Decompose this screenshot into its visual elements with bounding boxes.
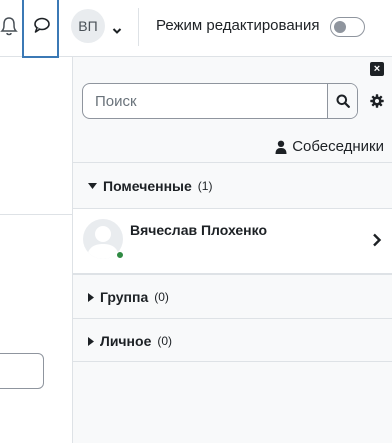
- search-box: [82, 83, 358, 119]
- section-private-count: (0): [157, 334, 173, 348]
- user-icon: [275, 140, 287, 154]
- section-group-count: (0): [154, 290, 169, 304]
- search-button[interactable]: [327, 84, 357, 118]
- section-starred-header[interactable]: Помеченные (1): [88, 178, 212, 194]
- messaging-drawer: × Собеседники: [72, 57, 392, 443]
- close-icon[interactable]: ×: [370, 62, 384, 76]
- conversation-name: Вячеслав Плохенко: [130, 222, 267, 238]
- chevron-down-icon[interactable]: [112, 22, 122, 34]
- message-icon: [34, 17, 50, 33]
- user-avatar[interactable]: ВП: [71, 9, 105, 43]
- conversation-item[interactable]: Вячеслав Плохенко: [73, 208, 392, 274]
- section-starred-count: (1): [197, 179, 213, 193]
- section-private-title: Личное: [100, 333, 152, 349]
- section-private-header[interactable]: Личное (0): [88, 333, 172, 349]
- section-private: Личное (0): [73, 318, 392, 362]
- bell-icon[interactable]: [0, 14, 18, 38]
- gear-icon[interactable]: [370, 94, 384, 108]
- section-starred-title: Помеченные: [103, 178, 192, 194]
- caret-down-icon: [88, 183, 97, 189]
- page-divider: [0, 214, 72, 215]
- section-group-title: Группа: [100, 289, 149, 305]
- search-input[interactable]: [83, 84, 329, 118]
- messages-toggle-button[interactable]: [22, 0, 59, 58]
- page-input-field[interactable]: [0, 353, 44, 389]
- section-group-header[interactable]: Группа (0): [88, 289, 169, 305]
- online-status-indicator: [116, 251, 124, 259]
- contacts-label: Собеседники: [292, 138, 384, 155]
- top-navbar: ВП Режим редактирования: [0, 0, 392, 58]
- navbar-divider: [138, 8, 139, 46]
- edit-mode-toggle[interactable]: [330, 17, 365, 37]
- edit-mode-label: Режим редактирования: [156, 17, 320, 34]
- contacts-link[interactable]: Собеседники: [275, 138, 384, 155]
- section-group: Группа (0): [73, 274, 392, 318]
- section-starred: Помеченные (1): [73, 162, 392, 208]
- chevron-right-icon: [372, 233, 382, 247]
- caret-right-icon: [88, 292, 94, 302]
- caret-right-icon: [88, 336, 94, 346]
- search-icon: [336, 94, 350, 108]
- avatar-initials: ВП: [78, 18, 98, 34]
- toggle-knob: [334, 21, 346, 33]
